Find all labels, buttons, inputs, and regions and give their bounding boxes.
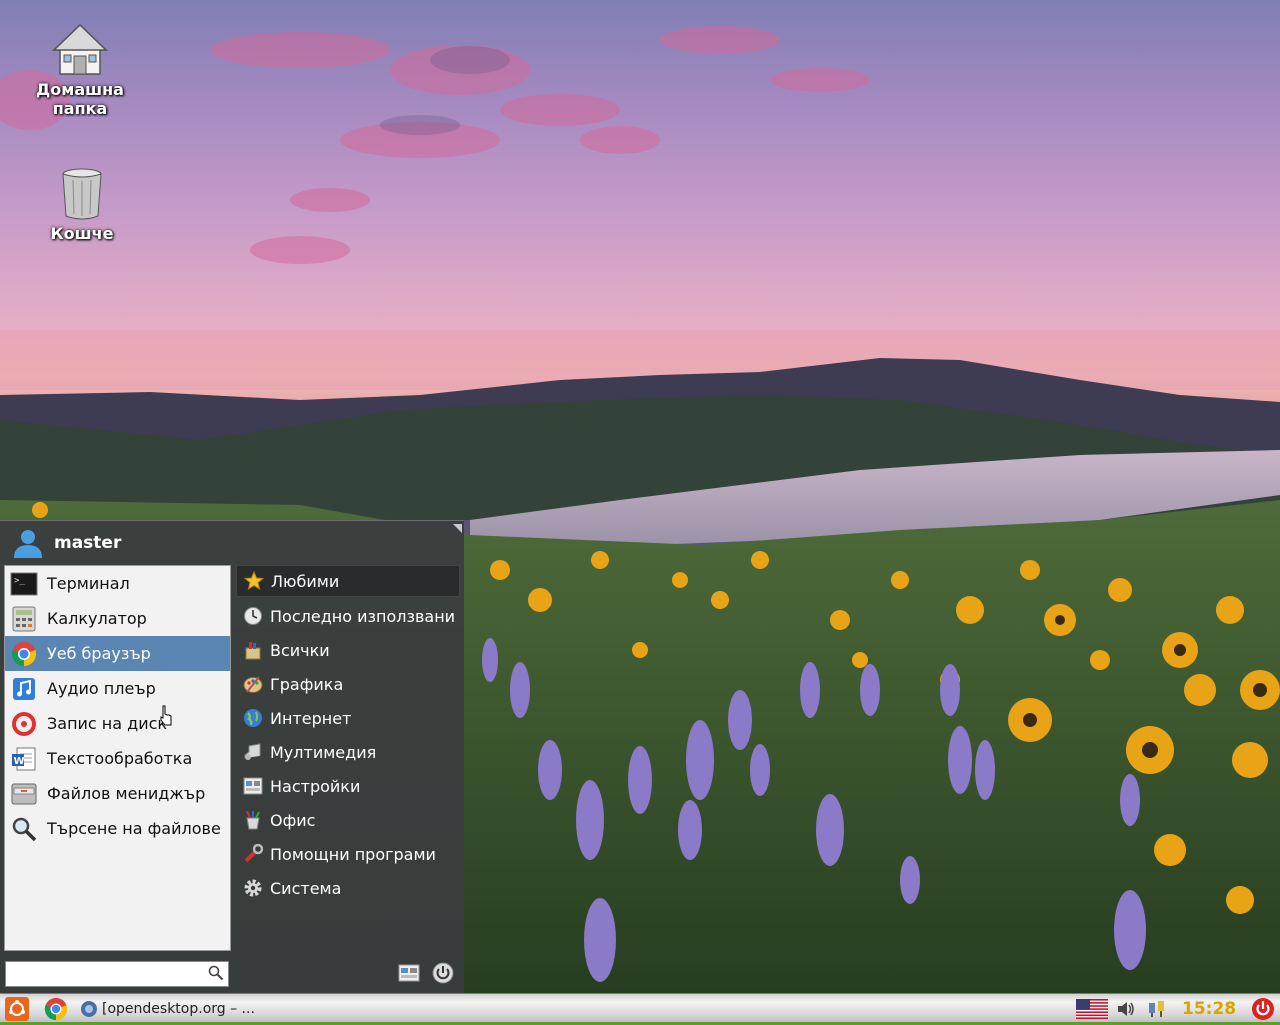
settings-icon: [242, 775, 264, 797]
settings-manager-button[interactable]: [397, 961, 421, 985]
globe-icon: [242, 707, 264, 729]
fav-item-label: Уеб браузър: [47, 644, 151, 663]
star-icon: [243, 570, 265, 592]
fav-item-label: Файлов мениджър: [47, 784, 206, 803]
taskbar-window-title: [opendesktop.org – ...: [102, 1001, 255, 1017]
power-icon: [1252, 998, 1274, 1020]
category-label: Настройки: [270, 776, 361, 796]
fav-item-label: Текстообработка: [47, 749, 193, 768]
settings-manager-icon: [398, 964, 420, 982]
office-icon: [242, 809, 264, 831]
application-menu: master >_ Терминал Калкулатор Уеб браузъ…: [0, 520, 464, 993]
all-apps-icon: [242, 639, 264, 661]
gear-icon: [242, 877, 264, 899]
fav-item-label: Търсене на файлове: [47, 819, 221, 838]
menu-search-input[interactable]: [9, 962, 203, 986]
disc-burner-icon: [9, 710, 39, 738]
search-files-icon: [9, 815, 39, 843]
user-icon: [14, 530, 42, 558]
window-app-icon: [81, 1001, 97, 1017]
category-label: Система: [270, 878, 342, 898]
category-label: Помощни програми: [270, 844, 436, 864]
power-icon: [432, 962, 454, 984]
category-label: Интернет: [270, 708, 352, 728]
category-label: Последно използвани: [270, 606, 456, 626]
clock-icon: [242, 605, 264, 627]
fav-item-label: Терминал: [47, 574, 130, 593]
network-indicator[interactable]: [1146, 996, 1168, 1022]
taskbar-window-button[interactable]: [opendesktop.org – ...: [80, 996, 255, 1022]
user-name: master: [54, 533, 122, 553]
category-label: Мултимедия: [270, 742, 377, 762]
graphics-icon: [242, 673, 264, 695]
category-label: Всички: [270, 640, 330, 660]
category-settings[interactable]: Настройки: [236, 769, 460, 803]
menu-resize-handle[interactable]: [453, 524, 462, 533]
taskbar-launcher-browser[interactable]: [44, 996, 68, 1022]
trash-icon: [62, 168, 102, 220]
us-flag-icon: [1076, 999, 1108, 1019]
category-favorites[interactable]: Любими: [236, 565, 460, 597]
taskbar: [opendesktop.org – ... 15:28: [0, 993, 1280, 1025]
clock-widget[interactable]: 15:28: [1182, 996, 1236, 1022]
word-processor-icon: W: [9, 745, 39, 773]
category-utilities[interactable]: Помощни програми: [236, 837, 460, 871]
svg-text:>_: >_: [14, 576, 25, 586]
whisker-menu-button[interactable]: [4, 996, 30, 1022]
menu-user-header: master: [12, 527, 121, 559]
mouse-pointer-icon: [160, 705, 172, 726]
clock-time: 15:28: [1182, 999, 1237, 1019]
file-manager-icon: [9, 780, 39, 808]
category-label: Графика: [270, 674, 344, 694]
menu-search-box: [5, 961, 229, 987]
utilities-icon: [242, 843, 264, 865]
fav-item-label: Аудио плеър: [47, 679, 156, 698]
menu-icon: [5, 997, 29, 1021]
keyboard-layout-indicator[interactable]: [1076, 996, 1108, 1022]
terminal-icon: >_: [9, 570, 39, 598]
home-folder-icon: [52, 23, 108, 75]
fav-item-label: Калкулатор: [47, 609, 147, 628]
fav-item-web-browser[interactable]: Уеб браузър: [5, 636, 230, 726]
fav-item-terminal[interactable]: >_ Терминал: [5, 566, 230, 601]
desktop-icon-label: Домашна: [36, 80, 124, 99]
fav-item-file-manager[interactable]: Файлов мениджър: [5, 776, 230, 811]
fav-item-search-files[interactable]: Търсене на файлове: [5, 811, 230, 846]
category-graphics[interactable]: Графика: [236, 667, 460, 701]
fav-item-calculator[interactable]: Калкулатор: [5, 601, 230, 636]
calculator-icon: [9, 605, 39, 633]
fav-item-word-processor[interactable]: W Текстообработка: [5, 741, 230, 776]
category-internet[interactable]: Интернет: [236, 701, 460, 735]
category-system[interactable]: Система: [236, 871, 460, 905]
taskbar-power-button[interactable]: [1251, 996, 1275, 1022]
network-icon: [1149, 1001, 1164, 1017]
power-button[interactable]: [431, 961, 455, 985]
fav-item-audio-player[interactable]: Аудио плеър: [5, 671, 230, 706]
category-office[interactable]: Офис: [236, 803, 460, 837]
category-recent[interactable]: Последно използвани: [236, 599, 460, 633]
desktop-icon-trash[interactable]: Кошче: [22, 168, 142, 243]
category-multimedia[interactable]: Мултимедия: [236, 735, 460, 769]
svg-text:W: W: [14, 756, 25, 767]
desktop-icon-home[interactable]: Домашна папка: [20, 22, 140, 118]
favorites-list: >_ Терминал Калкулатор Уеб браузър Аудио…: [4, 565, 231, 951]
multimedia-icon: [242, 741, 264, 763]
fav-item-disc-burner[interactable]: Запис на диск: [5, 706, 230, 741]
volume-icon: [1118, 1002, 1134, 1016]
fav-item-label: Запис на диск: [47, 714, 168, 733]
category-all[interactable]: Всички: [236, 633, 460, 667]
desktop-icon-label: Кошче: [50, 224, 114, 243]
search-icon: [208, 965, 224, 981]
category-list: Любими Последно използвани Всички График…: [236, 565, 460, 905]
category-label: Любими: [271, 571, 340, 591]
volume-control[interactable]: [1116, 996, 1136, 1022]
category-label: Офис: [270, 810, 316, 830]
desktop-icon-label: папка: [52, 99, 108, 118]
music-icon: [9, 675, 39, 703]
browser-icon: [9, 640, 39, 668]
browser-icon: [44, 997, 68, 1021]
